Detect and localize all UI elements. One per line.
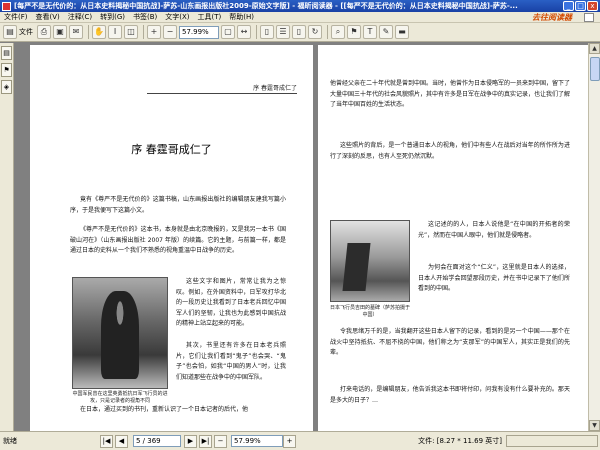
status-zoom[interactable]: 57.99% <box>231 435 283 447</box>
open-icon[interactable]: ▤ <box>3 25 17 39</box>
page-left: 序 春霆哥成仁了 序 春霆哥成仁了 竟有《尊严不是无代价的》这篇书稿，山东画报出… <box>30 45 313 431</box>
search-icon[interactable]: ⌕ <box>331 25 345 39</box>
scroll-thumb[interactable] <box>590 57 600 81</box>
photo-caption: 日本飞行员吉田的墓碑（萨苏拍摄于中国） <box>329 305 410 318</box>
fit-page-icon[interactable]: ▢ <box>221 25 235 39</box>
first-page-icon[interactable]: |◀ <box>100 434 113 448</box>
minimize-button[interactable]: _ <box>563 1 574 11</box>
zoom-out-icon[interactable]: − <box>163 25 177 39</box>
save-icon[interactable]: ▣ <box>53 25 67 39</box>
menu-comment[interactable]: 注释(C) <box>64 12 96 22</box>
soldier-photo <box>72 277 168 389</box>
paragraph: 其次，书里还有许多在日本老兵照片，它们让我们看到“鬼子”也会哭、“鬼子”也会怕，… <box>176 342 286 381</box>
chapter-title: 序 春霆哥成仁了 <box>131 143 212 156</box>
scroll-down-icon[interactable]: ▼ <box>589 420 600 431</box>
highlight-icon[interactable]: ▬ <box>395 25 409 39</box>
zoom-in-status-icon[interactable]: + <box>283 434 296 448</box>
select-text-icon[interactable]: I <box>108 25 122 39</box>
photo-figure <box>101 291 139 380</box>
paragraph: 这记述的的人，日本人说他是“在中国的开拓者的荣光”，然而在中国人眼中，他们就是侵… <box>418 221 570 239</box>
rotate-icon[interactable]: ↻ <box>308 25 322 39</box>
next-page-icon[interactable]: ▶ <box>184 434 197 448</box>
photo-stone <box>342 243 371 292</box>
toolbar-divider <box>327 25 328 39</box>
scroll-up-icon[interactable]: ▲ <box>589 43 600 54</box>
layers-icon[interactable]: ◈ <box>1 80 12 94</box>
zoom-in-icon[interactable]: + <box>147 25 161 39</box>
paragraph: 这些照片的背后，是一个普通日本人的视角，他们中有些人在战后对当年的所作所为进行了… <box>330 142 570 160</box>
running-header: 序 春霆哥成仁了 <box>147 83 297 94</box>
menu-file[interactable]: 文件(F) <box>0 12 32 22</box>
open-label[interactable]: 文件 <box>19 27 33 37</box>
window-title: [每严不是无代价的：从日本史料揭秘中国抗战]-萨苏-山东画报出版社2009-原始… <box>14 2 518 10</box>
restore-icon[interactable] <box>584 13 594 22</box>
toolbar-divider <box>88 25 89 39</box>
gravestone-photo <box>330 220 410 302</box>
paragraph: 这些文字和图片，常常让我为之惊叹。例如，在外国资料中，日军攻打华北的一段历史让我… <box>176 278 286 327</box>
menu-help[interactable]: 帮助(H) <box>225 12 258 22</box>
toolbar: ▤ 文件 ⎙ ▣ ✉ ✋ I ◫ + − 57.99% ▢ ↔ ▯ ☰ ▯ ↻ … <box>0 23 600 42</box>
fit-width-icon[interactable]: ↔ <box>237 25 251 39</box>
paragraph: 他曾经父亲在二十年代就是曾到中国。当时，他曾作为日本侵略军的一员来到中国，留下了… <box>330 80 571 108</box>
menu-text[interactable]: 文字(X) <box>161 12 193 22</box>
paragraph: 竟有《尊严不是无代价的》这篇书稿，山东画报出版社的编辑朋友建我写篇小序，于是我便… <box>70 196 286 214</box>
continuous-icon[interactable]: ☰ <box>276 25 290 39</box>
bookmarks-icon[interactable]: ⚑ <box>1 63 12 77</box>
menu-view[interactable]: 查看(V) <box>32 12 64 22</box>
document-view[interactable]: 序 春霆哥成仁了 序 春霆哥成仁了 竟有《尊严不是无代价的》这篇书稿，山东画报出… <box>15 43 588 431</box>
status-bar: 就绪 |◀ ◀ 5 / 369 ▶ ▶| − 57.99% + 文件: [8.2… <box>0 431 600 450</box>
side-panel: ▤ ⚑ ◈ <box>0 43 14 431</box>
prev-page-icon[interactable]: ◀ <box>115 434 128 448</box>
menu-goto[interactable]: 转到(G) <box>96 12 129 22</box>
toolbar-divider <box>143 25 144 39</box>
bookmark-icon[interactable]: ⚑ <box>347 25 361 39</box>
single-page-icon[interactable]: ▯ <box>260 25 274 39</box>
zoom-select[interactable]: 57.99% <box>179 25 219 39</box>
status-text: 就绪 <box>3 437 17 445</box>
paragraph: 《尊严不是无代价的》这本书，本身就是由北京晚报的，又是我另一本书《国破山河在》（… <box>70 226 286 254</box>
paragraph: 在日本，通过买到的书刊，重新认识了一个日本记者的后代，他 <box>80 406 249 413</box>
hand-icon[interactable]: ✋ <box>92 25 106 39</box>
typewriter-icon[interactable]: T <box>363 25 377 39</box>
pages-icon[interactable]: ▤ <box>1 46 12 60</box>
vertical-scrollbar[interactable]: ▲ ▼ <box>588 43 600 431</box>
note-icon[interactable]: ✎ <box>379 25 393 39</box>
print-icon[interactable]: ⎙ <box>37 25 51 39</box>
menu-bookmark[interactable]: 书签(B) <box>129 12 161 22</box>
status-box <box>506 435 598 447</box>
app-icon <box>2 1 11 11</box>
paragraph: 打来电话的，是编辑朋友，他告诉我这本书即将付印，问我有没有什么要补充的。那天是多… <box>330 386 570 404</box>
maximize-button[interactable]: □ <box>575 1 586 11</box>
page-right: 他曾经父亲在二十年代就是曾到中国。当时，他曾作为日本侵略军的一员来到中国，留下了… <box>318 45 588 431</box>
menu-bar: 文件(F) 查看(V) 注释(C) 转到(G) 书签(B) 文字(X) 工具(T… <box>0 12 600 23</box>
facing-icon[interactable]: ▯ <box>292 25 306 39</box>
photo-caption: 中国军民曾在这里英勇抵抗日军飞行员的进攻，只是记录者的视角不同 <box>72 391 168 404</box>
menu-tools[interactable]: 工具(T) <box>194 12 226 22</box>
title-bar: [每严不是无代价的：从日本史料揭秘中国抗战]-萨苏-山东画报出版社2009-原始… <box>0 0 600 12</box>
close-button[interactable]: x <box>587 1 598 11</box>
page-size-text: 文件: [8.27 * 11.69 英寸] <box>418 437 502 445</box>
last-page-icon[interactable]: ▶| <box>199 434 212 448</box>
toolbar-divider <box>256 25 257 39</box>
paragraph: 为何会在面对这个“仁义”，这里就是日本人的选择，日本人开始学会回望那段历史，并在… <box>418 264 570 292</box>
zoom-out-status-icon[interactable]: − <box>214 434 227 448</box>
paragraph: 令我思绪万千的是，当我翻开这些日本人留下的记录，看到的是另一个中国——那个在战火… <box>330 328 570 356</box>
page-number-input[interactable]: 5 / 369 <box>133 435 181 447</box>
email-icon[interactable]: ✉ <box>69 25 83 39</box>
snapshot-icon[interactable]: ◫ <box>124 25 138 39</box>
